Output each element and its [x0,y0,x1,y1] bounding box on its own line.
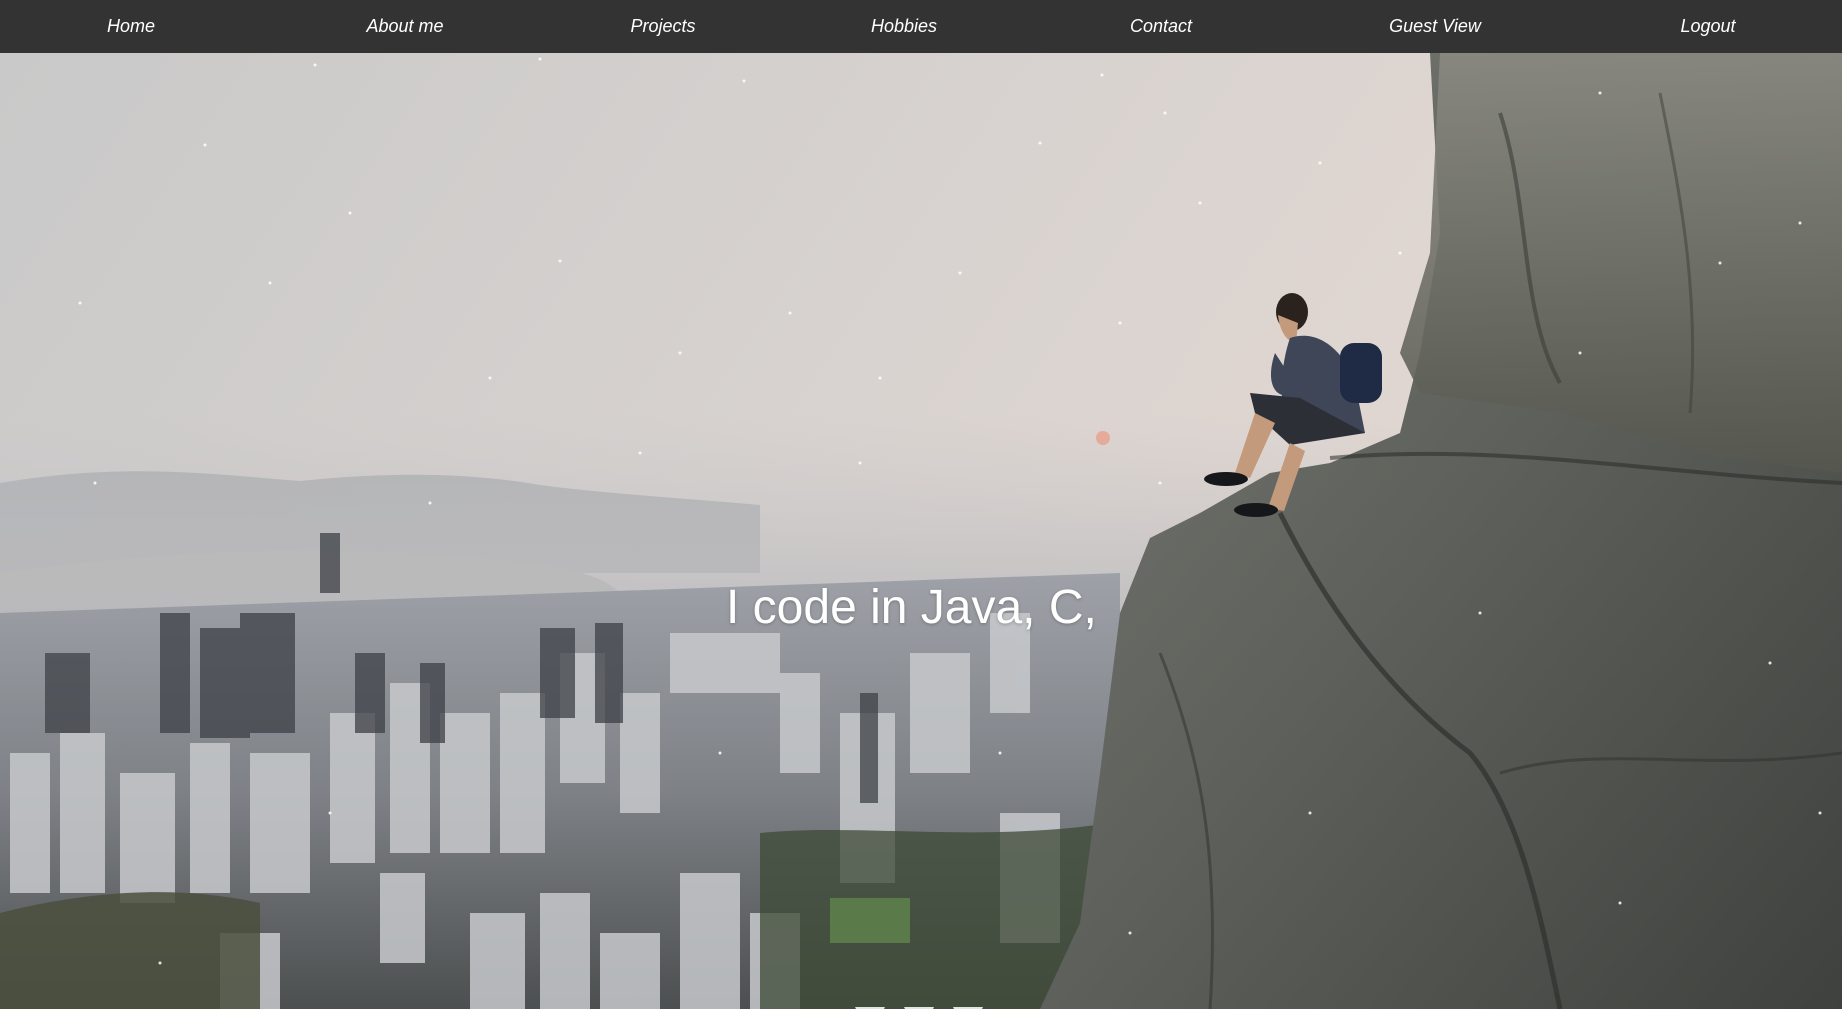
nav-contact[interactable]: Contact [1130,0,1192,53]
top-navbar: Home About me Projects Hobbies Contact G… [0,0,1842,53]
nav-logout[interactable]: Logout [1680,0,1735,53]
nav-guest-view[interactable]: Guest View [1389,0,1481,53]
nav-projects[interactable]: Projects [630,0,695,53]
hero-background-image [0,53,1842,1009]
nav-home[interactable]: Home [107,0,155,53]
typed-intro-text: I code in Java, C, [726,581,1097,634]
page: Home About me Projects Hobbies Contact G… [0,0,1842,1009]
nav-hobbies[interactable]: Hobbies [871,0,937,53]
hero-section: I code in Java, C, [0,53,1842,1009]
scroll-down-arrows-icon[interactable] [852,1005,990,1009]
nav-about-me[interactable]: About me [366,0,443,53]
